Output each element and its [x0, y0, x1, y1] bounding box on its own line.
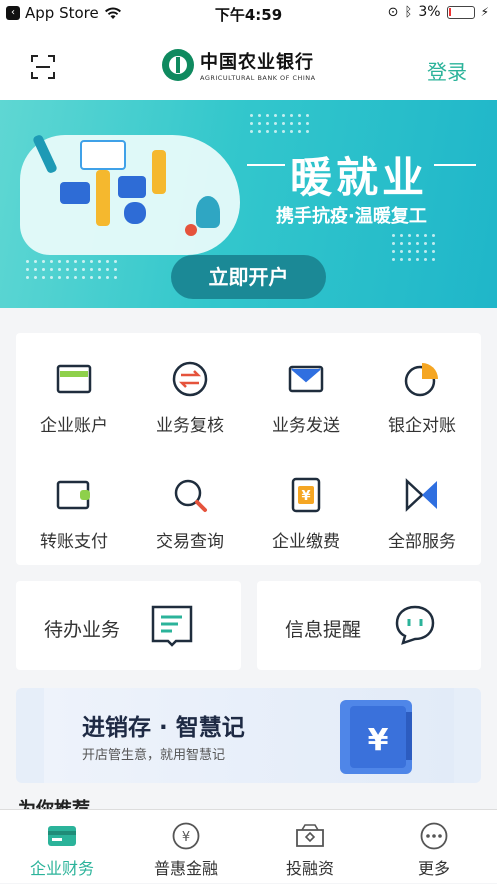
yuan-receipt-icon: ¥: [291, 477, 321, 513]
wallet-icon: [56, 480, 90, 510]
tab-bar: 企业财务 ¥ 普惠金融 投融资 更多: [0, 809, 497, 883]
todo-card[interactable]: 待办业务: [16, 581, 241, 670]
service-grid: 企业账户 业务复核 业务发送 银企对账 转账支付 交易查询 ¥ 企业缴费 全部服…: [16, 333, 481, 565]
illustration-screen: [80, 140, 126, 170]
decor-dots: [26, 260, 117, 279]
service-label: 业务复核: [156, 416, 224, 436]
bank-logo: 中国农业银行 AGRICULTURAL BANK OF CHINA: [162, 48, 316, 82]
bowtie-icon: [405, 478, 437, 512]
illustration-person-sitting: [124, 202, 146, 224]
login-button[interactable]: 登录: [427, 56, 467, 85]
service-bank-reconciliation[interactable]: 银企对账: [364, 333, 480, 449]
service-transaction-query[interactable]: 交易查询: [132, 449, 248, 565]
illustration-monitor: [118, 176, 146, 198]
decor-dots: [392, 234, 435, 261]
tab-label: 更多: [417, 859, 450, 878]
illustration-laptop: [60, 182, 90, 204]
status-bar: ‹ App Store 下午4:59 ⊙ ᛒ 3% ⚡: [0, 0, 497, 26]
banner-subtitle: 携手抗疫·温暖复工: [276, 206, 427, 227]
tab-investment[interactable]: 投融资: [248, 810, 372, 884]
service-all-services[interactable]: 全部服务: [364, 449, 480, 565]
battery-percent: 3%: [418, 4, 441, 20]
service-label: 银企对账: [388, 416, 456, 436]
service-transfer-payment[interactable]: 转账支付: [16, 449, 132, 565]
tab-label: 普惠金融: [153, 859, 218, 878]
promo-carousel[interactable]: 进销存 · 智慧记 开店管生意，就用智慧记 ¥: [16, 688, 481, 783]
service-enterprise-payment[interactable]: ¥ 企业缴费: [248, 449, 364, 565]
illustration-person: [152, 150, 166, 194]
scan-icon[interactable]: [30, 54, 56, 80]
tab-more[interactable]: 更多: [372, 810, 496, 884]
title-line-right: [434, 164, 476, 166]
ledger-book-icon: ¥: [340, 700, 412, 774]
charging-icon: ⚡: [480, 5, 489, 19]
bluetooth-icon: ᛒ: [404, 4, 413, 20]
service-enterprise-account[interactable]: 企业账户: [16, 333, 132, 449]
decor-dots: [250, 114, 309, 133]
service-label: 转账支付: [40, 532, 108, 552]
svg-text:¥: ¥: [182, 830, 190, 845]
reminder-card[interactable]: 信息提醒: [257, 581, 481, 670]
service-label: 全部服务: [388, 532, 456, 552]
yuan-circle-icon: ¥: [172, 822, 200, 850]
service-label: 企业缴费: [272, 532, 340, 552]
mail-icon: [288, 365, 324, 393]
todo-label: 待办业务: [44, 619, 121, 641]
illustration-person: [96, 170, 110, 226]
abc-logo-icon: [162, 49, 194, 81]
illustration-flower: [185, 224, 197, 236]
svg-text:¥: ¥: [368, 723, 389, 758]
service-label: 交易查询: [156, 532, 224, 552]
tab-inclusive-finance[interactable]: ¥ 普惠金融: [124, 810, 248, 884]
chat-bubble-icon: [395, 605, 435, 645]
open-account-button[interactable]: 立即开户: [171, 255, 326, 299]
banner-title: 暖就业: [290, 153, 429, 202]
section-heading: 为你推荐: [18, 795, 90, 809]
card-icon: [56, 364, 92, 394]
logo-en: AGRICULTURAL BANK OF CHINA: [200, 74, 316, 82]
service-business-review[interactable]: 业务复核: [132, 333, 248, 449]
tab-label: 投融资: [285, 859, 334, 878]
more-dots-icon: [420, 822, 448, 850]
promo-title: 进销存 · 智慧记: [82, 715, 245, 741]
service-label: 业务发送: [272, 416, 340, 436]
promo-banner[interactable]: 暖就业 携手抗疫·温暖复工 立即开户: [0, 100, 497, 308]
promo-subtitle: 开店管生意，就用智慧记: [82, 748, 226, 763]
exchange-icon: [172, 361, 208, 397]
service-business-send[interactable]: 业务发送: [248, 333, 364, 449]
tab-label: 企业财务: [29, 859, 94, 878]
app-header: 中国农业银行 AGRICULTURAL BANK OF CHINA 登录: [0, 26, 497, 100]
search-icon: [174, 479, 207, 512]
title-line-left: [247, 164, 285, 166]
investment-icon: [296, 824, 324, 847]
battery-icon: [446, 5, 475, 19]
logo-cn: 中国农业银行: [200, 52, 314, 73]
orientation-lock-icon: ⊙: [387, 4, 399, 20]
service-label: 企业账户: [40, 416, 108, 436]
tab-enterprise-finance[interactable]: 企业财务: [0, 810, 124, 884]
pie-icon: [404, 363, 438, 397]
svg-text:¥: ¥: [301, 489, 310, 504]
finance-card-icon: [48, 826, 76, 846]
reminder-label: 信息提醒: [285, 619, 362, 641]
illustration-plant: [196, 196, 220, 228]
todo-list-icon: [151, 605, 193, 647]
